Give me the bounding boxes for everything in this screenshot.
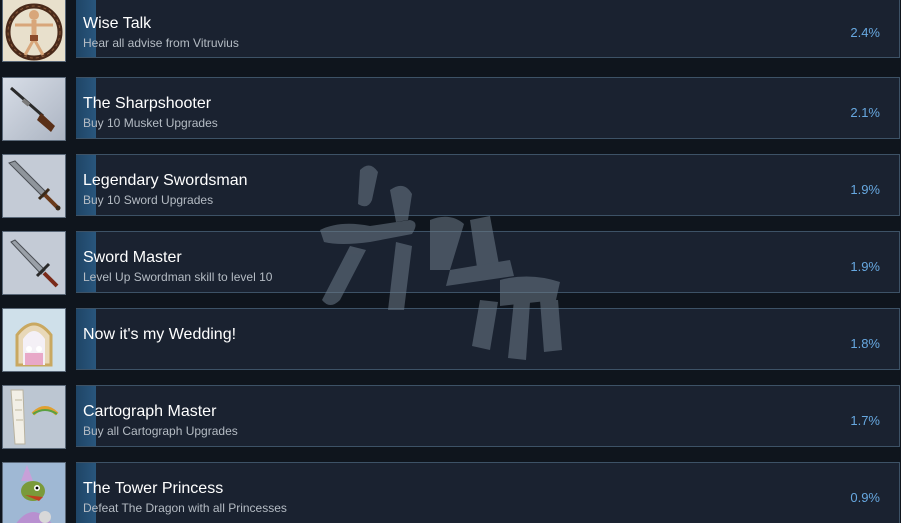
achievement-row[interactable]: Now it's my Wedding! 1.8% [0, 308, 901, 372]
achievement-description: Buy 10 Sword Upgrades [83, 193, 214, 207]
achievement-title: Legendary Swordsman [83, 172, 248, 189]
sword-icon [2, 231, 66, 295]
wedding-arch-icon [2, 308, 66, 372]
unlock-percentage: 0.9% [850, 490, 880, 505]
unlock-percentage: 2.4% [850, 25, 880, 40]
musket-icon [2, 77, 66, 141]
unlock-percentage: 1.9% [850, 182, 880, 197]
achievement-description: Hear all advise from Vitruvius [83, 36, 239, 50]
achievement-card: Wise Talk Hear all advise from Vitruvius… [76, 0, 900, 58]
achievement-description: Buy 10 Musket Upgrades [83, 116, 218, 130]
achievement-card: The Sharpshooter Buy 10 Musket Upgrades … [76, 77, 900, 139]
achievement-title: The Sharpshooter [83, 95, 212, 112]
achievement-title: The Tower Princess [83, 480, 224, 497]
achievement-list: Wise Talk Hear all advise from Vitruvius… [0, 0, 901, 523]
achievement-card: Legendary Swordsman Buy 10 Sword Upgrade… [76, 154, 900, 216]
unlock-percentage: 1.9% [850, 259, 880, 274]
achievement-card: The Tower Princess Defeat The Dragon wit… [76, 462, 900, 523]
broadsword-icon [2, 154, 66, 218]
achievement-title: Now it's my Wedding! [83, 326, 237, 343]
vitruvian-man-icon [2, 0, 66, 62]
achievement-title: Cartograph Master [83, 403, 217, 420]
achievement-row[interactable]: The Tower Princess Defeat The Dragon wit… [0, 462, 901, 523]
map-scroll-icon [2, 385, 66, 449]
achievement-row[interactable]: The Sharpshooter Buy 10 Musket Upgrades … [0, 77, 901, 141]
achievement-description: Buy all Cartograph Upgrades [83, 424, 238, 438]
dragon-princess-icon [2, 462, 66, 523]
achievement-row[interactable]: Wise Talk Hear all advise from Vitruvius… [0, 0, 901, 62]
achievement-row[interactable]: Sword Master Level Up Swordman skill to … [0, 231, 901, 295]
achievement-row[interactable]: Legendary Swordsman Buy 10 Sword Upgrade… [0, 154, 901, 218]
achievement-description: Level Up Swordman skill to level 10 [83, 270, 273, 284]
unlock-percentage: 1.8% [850, 336, 880, 351]
achievement-row[interactable]: Cartograph Master Buy all Cartograph Upg… [0, 385, 901, 449]
achievement-card: Sword Master Level Up Swordman skill to … [76, 231, 900, 293]
unlock-percentage: 1.7% [850, 413, 880, 428]
achievement-description: Defeat The Dragon with all Princesses [83, 501, 287, 515]
achievement-card: Cartograph Master Buy all Cartograph Upg… [76, 385, 900, 447]
achievement-card: Now it's my Wedding! 1.8% [76, 308, 900, 370]
unlock-percentage: 2.1% [850, 105, 880, 120]
achievement-title: Sword Master [83, 249, 182, 266]
achievement-title: Wise Talk [83, 15, 152, 32]
